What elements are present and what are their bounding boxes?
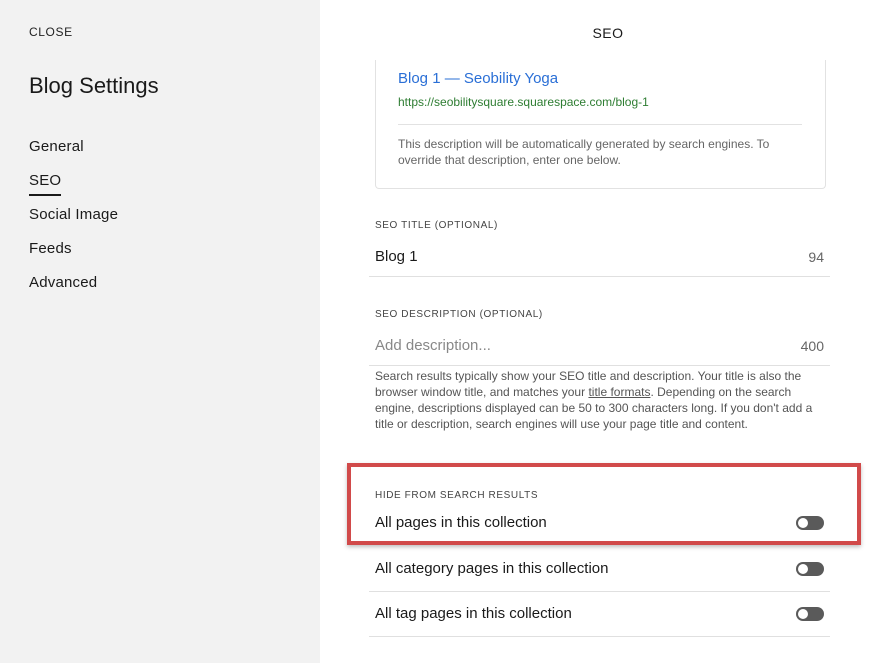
hide-category-pages-toggle[interactable] — [796, 562, 824, 576]
nav-item-seo[interactable]: SEO — [29, 170, 118, 204]
toggle-row-all-pages: All pages in this collection — [369, 501, 830, 545]
toggle-label: All category pages in this collection — [375, 560, 609, 577]
preview-description: This description will be automatically g… — [398, 137, 770, 167]
nav-item-label: Advanced — [29, 274, 98, 291]
seo-description-field[interactable]: 400 — [369, 329, 830, 366]
settings-nav: General SEO Social Image Feeds Advanced — [29, 136, 118, 306]
nav-item-social-image[interactable]: Social Image — [29, 204, 118, 238]
seo-description-char-count: 400 — [800, 338, 824, 354]
seo-title-label: SEO TITLE (OPTIONAL) — [375, 220, 498, 231]
nav-item-advanced[interactable]: Advanced — [29, 272, 118, 306]
nav-item-label: Social Image — [29, 206, 119, 223]
hide-tag-pages-toggle[interactable] — [796, 607, 824, 621]
hide-from-search-label: HIDE FROM SEARCH RESULTS — [375, 490, 539, 501]
title-formats-link[interactable]: title formats — [588, 385, 650, 399]
seo-description-input[interactable] — [375, 337, 755, 354]
sidebar-title: Blog Settings — [29, 73, 159, 98]
sidebar: CLOSE Blog Settings General SEO Social I… — [0, 0, 320, 663]
nav-item-label: General — [29, 138, 84, 155]
close-button[interactable]: CLOSE — [29, 25, 73, 39]
toggle-row-category-pages: All category pages in this collection — [369, 547, 830, 592]
toggle-label: All pages in this collection — [375, 514, 547, 531]
seo-description-label: SEO DESCRIPTION (OPTIONAL) — [375, 309, 543, 320]
nav-item-label: SEO — [29, 170, 62, 196]
seo-title-char-count: 94 — [808, 249, 824, 265]
panel-title: SEO — [592, 25, 624, 41]
search-preview-card: Blog 1 — Seobility Yoga https://seobilit… — [375, 60, 826, 189]
toggle-row-tag-pages: All tag pages in this collection — [369, 592, 830, 637]
nav-item-general[interactable]: General — [29, 136, 118, 170]
preview-title-link[interactable]: Blog 1 — Seobility Yoga — [398, 70, 558, 87]
seo-panel: SEO Blog 1 — Seobility Yoga https://seob… — [320, 0, 877, 663]
hide-all-pages-toggle[interactable] — [796, 516, 824, 530]
seo-help-text: Search results typically show your SEO t… — [375, 368, 825, 432]
nav-item-feeds[interactable]: Feeds — [29, 238, 118, 272]
nav-item-label: Feeds — [29, 240, 72, 257]
seo-title-field[interactable]: 94 — [369, 240, 830, 277]
preview-divider — [398, 124, 802, 125]
toggle-label: All tag pages in this collection — [375, 605, 572, 622]
seo-title-input[interactable] — [375, 248, 755, 265]
preview-url: https://seobilitysquare.squarespace.com/… — [398, 95, 649, 109]
